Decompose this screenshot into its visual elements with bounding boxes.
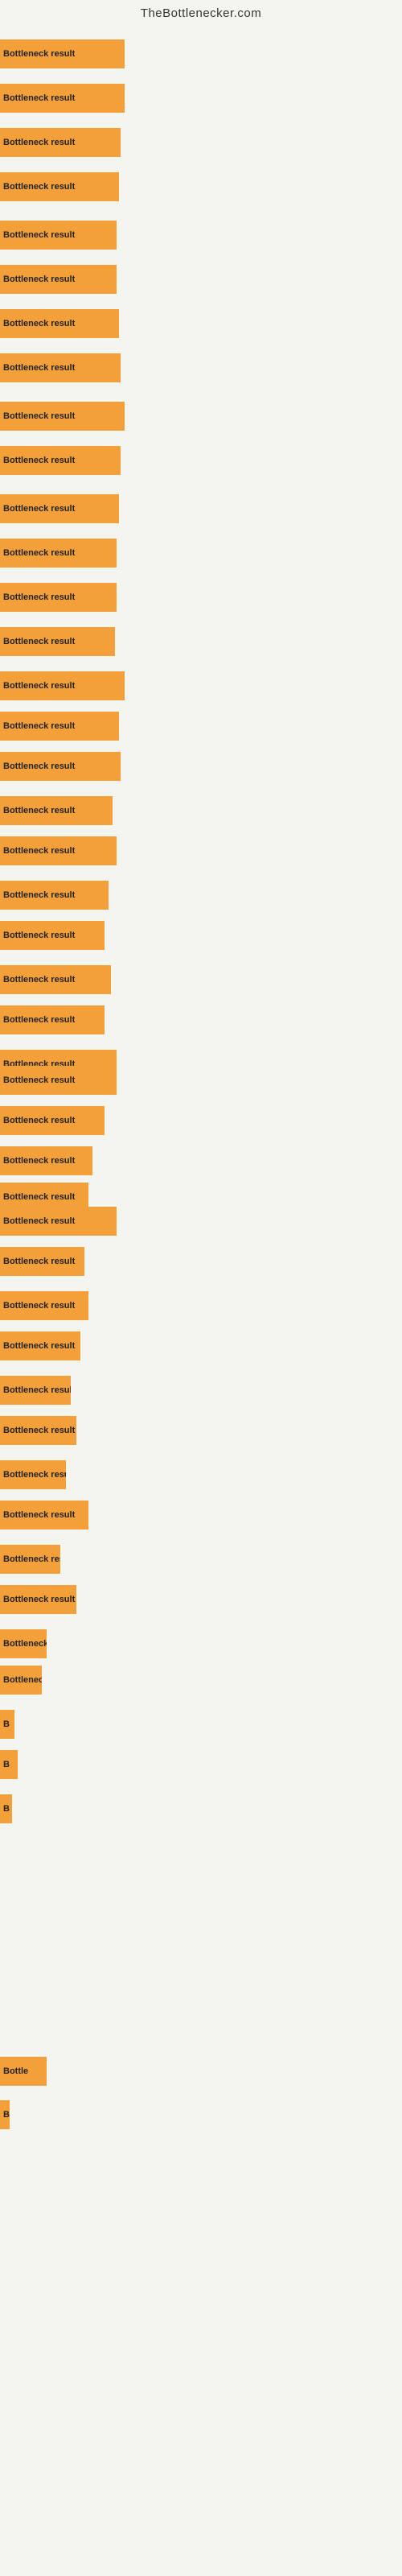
bar-item: Bottleneck result bbox=[0, 1416, 76, 1445]
bar-item: Bottleneck result bbox=[0, 1106, 105, 1135]
bar-item: B bbox=[0, 1710, 14, 1739]
bar-item: Bottleneck result bbox=[0, 1207, 117, 1236]
bar-item: Bottleneck result bbox=[0, 172, 119, 201]
bar-item: Bottleneck result bbox=[0, 1666, 42, 1695]
bar-item: Bottleneck result bbox=[0, 583, 117, 612]
bar-item: Bottleneck result bbox=[0, 309, 119, 338]
bar-item: Bottleneck result bbox=[0, 539, 117, 568]
bar-item: Bottleneck result bbox=[0, 1585, 76, 1614]
bar-item: Bottleneck result bbox=[0, 1291, 88, 1320]
bar-item: B bbox=[0, 1750, 18, 1779]
bar-item: Bottleneck result bbox=[0, 1146, 92, 1175]
bar-item: Bottleneck result bbox=[0, 881, 109, 910]
bar-item: Bottleneck result bbox=[0, 752, 121, 781]
bar-item: Bottleneck result bbox=[0, 1629, 47, 1658]
bar-item: Bottleneck result bbox=[0, 494, 119, 523]
bar-item: Bottleneck result bbox=[0, 1501, 88, 1530]
bar-item: B bbox=[0, 1794, 12, 1823]
bar-item: Bottleneck result bbox=[0, 1331, 80, 1360]
bar-item: Bottleneck result bbox=[0, 446, 121, 475]
bar-item: Bottleneck result bbox=[0, 1005, 105, 1034]
bar-item: Bottleneck result bbox=[0, 627, 115, 656]
bar-item: Bottleneck result bbox=[0, 1460, 66, 1489]
bar-item: Bottleneck result bbox=[0, 796, 113, 825]
bar-item: B bbox=[0, 2100, 10, 2129]
bar-item: Bottleneck result bbox=[0, 221, 117, 250]
bar-item: Bottleneck result bbox=[0, 265, 117, 294]
bar-item: Bottle bbox=[0, 2057, 47, 2086]
bar-item: Bottleneck result bbox=[0, 671, 125, 700]
bar-item: Bottleneck result bbox=[0, 353, 121, 382]
site-title: TheBottlenecker.com bbox=[0, 0, 402, 23]
bar-item: Bottleneck result bbox=[0, 712, 119, 741]
chart-area: Bottleneck result Bottleneck result Bottle… bbox=[0, 23, 402, 2567]
bar-item: Bottleneck result bbox=[0, 836, 117, 865]
bar-item: Bottleneck result bbox=[0, 921, 105, 950]
bar-item: Bottleneck result bbox=[0, 965, 111, 994]
bar-item: Bottleneck result bbox=[0, 1066, 117, 1095]
bar-item: Bottleneck result bbox=[0, 39, 125, 68]
bar-item: Bottleneck result bbox=[0, 402, 125, 431]
bar-item: Bottleneck result bbox=[0, 84, 125, 113]
bar-item: Bottleneck result bbox=[0, 1247, 84, 1276]
bar-item: Bottleneck result bbox=[0, 128, 121, 157]
header: TheBottlenecker.com bbox=[0, 0, 402, 23]
bar-item: Bottleneck result bbox=[0, 1376, 71, 1405]
bar-item: Bottleneck result bbox=[0, 1545, 60, 1574]
